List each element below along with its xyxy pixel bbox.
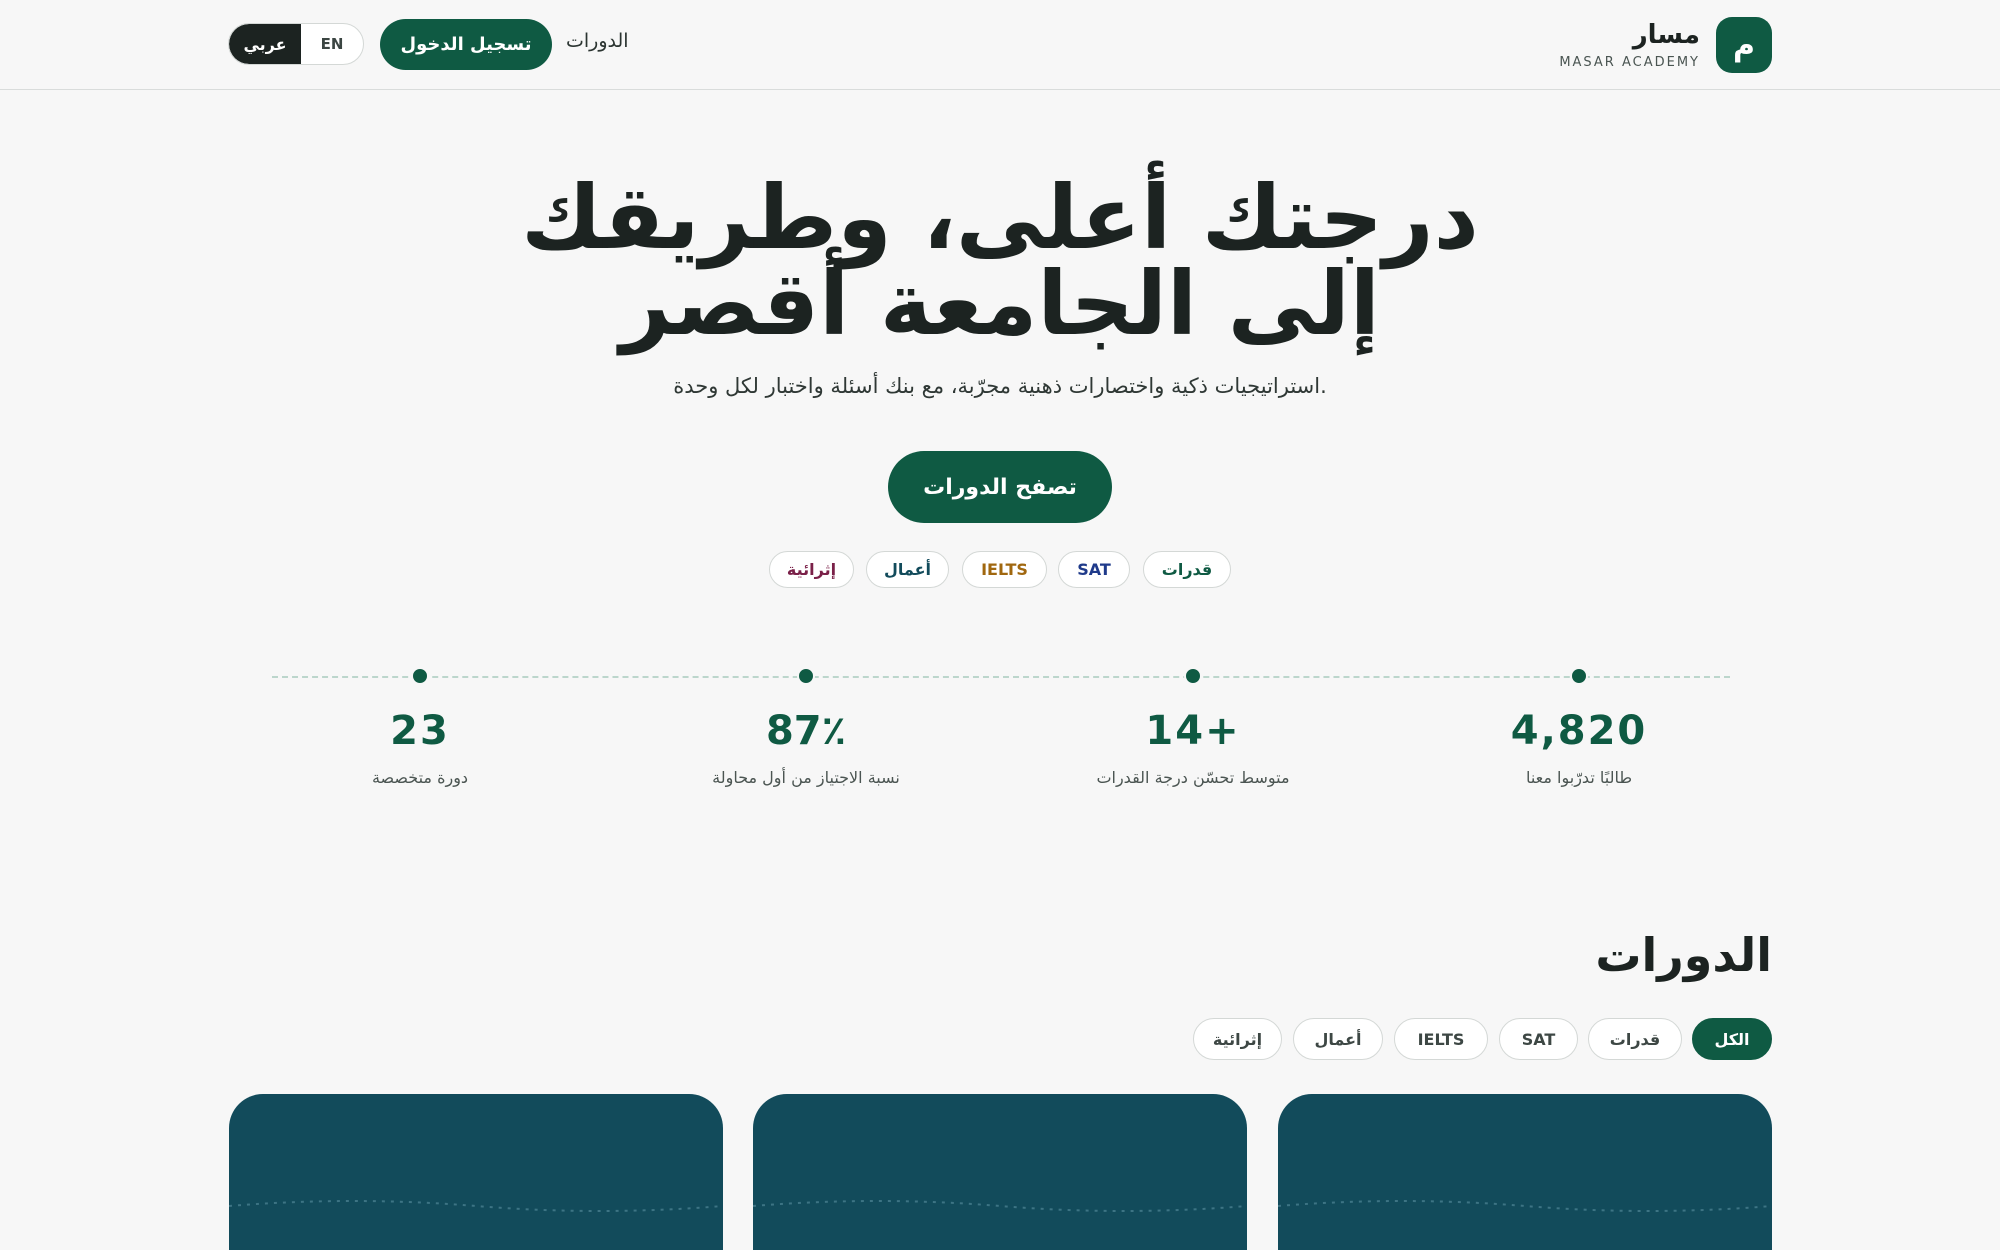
brand[interactable]: م مسار MASAR ACADEMY: [1559, 17, 1772, 73]
stat-value-improvement: 14+: [1145, 708, 1241, 754]
stat-dot: [1184, 667, 1202, 685]
browse-courses-button[interactable]: تصفح الدورات: [888, 451, 1112, 523]
filter-enrichment[interactable]: إثرائية: [1193, 1018, 1282, 1060]
chip-business[interactable]: أعمال: [866, 551, 949, 588]
hero-subtitle: استراتيجيات ذكية واختصارات ذهنية مجرّبة،…: [673, 374, 1327, 398]
stat-label-improvement: متوسط تحسّن درجة القدرات: [1096, 768, 1290, 787]
filter-business[interactable]: أعمال: [1293, 1018, 1383, 1060]
filter-sat[interactable]: SAT: [1499, 1018, 1578, 1060]
stat-value-students: 4,820: [1510, 708, 1648, 754]
language-toggle[interactable]: عربي EN: [228, 23, 364, 65]
courses-section-title: الدورات: [1595, 928, 1772, 982]
course-card[interactable]: [229, 1094, 723, 1250]
hero-title-line-2: إلى الجامعة أقصر: [620, 252, 1380, 355]
card-wave-decoration: [753, 1200, 1247, 1212]
stat-dot: [411, 667, 429, 685]
nav-courses-link[interactable]: الدورات: [566, 30, 629, 52]
stats-timeline-line: [272, 676, 1730, 678]
stat-label-students: طالبًا تدرّبوا معنا: [1525, 768, 1633, 787]
login-button[interactable]: تسجيل الدخول: [380, 19, 552, 70]
chip-qudrat[interactable]: قدرات: [1143, 551, 1231, 588]
stat-value-courses: 23: [390, 708, 450, 754]
stat-label-courses: دورة متخصصة: [371, 768, 469, 787]
top-navbar: م مسار MASAR ACADEMY الدورات تسجيل الدخو…: [0, 0, 2000, 90]
filter-ielts[interactable]: IELTS: [1394, 1018, 1488, 1060]
brand-subtitle: MASAR ACADEMY: [1559, 55, 1700, 70]
course-card[interactable]: [1278, 1094, 1772, 1250]
brand-logo: م: [1716, 17, 1772, 73]
chip-sat[interactable]: SAT: [1058, 551, 1130, 588]
stat-dot: [797, 667, 815, 685]
filter-all[interactable]: الكل: [1692, 1018, 1772, 1060]
card-wave-decoration: [229, 1200, 723, 1212]
hero-title: درجتك أعلى، وطريقك إلى الجامعة أقصر: [0, 166, 2000, 355]
stat-dot: [1570, 667, 1588, 685]
hero-title-line-1: درجتك أعلى، وطريقك: [521, 166, 1479, 269]
stat-value-pass-rate: 87٪: [765, 708, 847, 754]
chip-enrichment[interactable]: إثرائية: [769, 551, 854, 588]
chip-ielts[interactable]: IELTS: [962, 551, 1047, 588]
filter-qudrat[interactable]: قدرات: [1588, 1018, 1682, 1060]
stat-label-pass-rate: نسبة الاجتياز من أول محاولة: [712, 768, 900, 787]
brand-text: مسار MASAR ACADEMY: [1559, 19, 1700, 70]
course-card[interactable]: [753, 1094, 1247, 1250]
lang-arabic-option[interactable]: عربي: [229, 24, 301, 64]
brand-name: مسار: [1632, 20, 1700, 50]
card-wave-decoration: [1278, 1200, 1772, 1212]
lang-english-option[interactable]: EN: [301, 24, 363, 64]
